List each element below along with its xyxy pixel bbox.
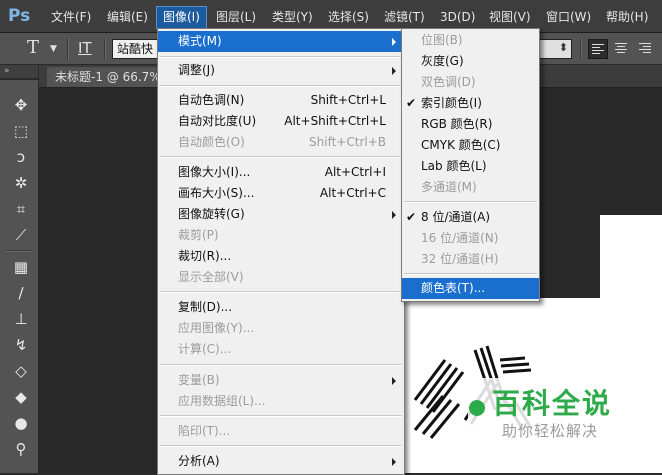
mode-32-bits[interactable]: 32 位/通道(H) [402,249,539,270]
submenu-arrow-icon [392,458,396,466]
mode-grayscale[interactable]: 灰度(G) [402,51,539,72]
crop-tool-icon[interactable]: ⌗ [10,198,32,220]
menu-edit[interactable]: 编辑(E) [107,8,148,26]
brush-tool-icon[interactable]: ∕ [10,282,32,304]
mode-bitmap[interactable]: 位图(B) [402,30,539,51]
menu-select[interactable]: 选择(S) [328,8,369,26]
menu-image[interactable]: 图像(I) [156,6,207,29]
menu-separator [160,415,402,417]
menu-item-apply-image[interactable]: 应用图像(Y)... [158,318,404,339]
menu-item-crop[interactable]: 裁剪(P) [158,225,404,246]
menu-item-auto-color[interactable]: 自动颜色(O) Shift+Ctrl+B [158,132,404,153]
text-orientation-icon[interactable]: IT [78,39,92,57]
photoshop-logo: Ps [8,6,31,26]
mode-duotone[interactable]: 双色调(D) [402,72,539,93]
mode-rgb-color[interactable]: RGB 颜色(R) [402,114,539,135]
submenu-arrow-icon [392,67,396,75]
tool-preset-dropdown-icon[interactable]: ▼ [50,44,57,54]
submenu-arrow-icon [392,38,396,46]
align-left-icon[interactable] [588,39,608,59]
menu-separator [160,85,402,87]
menu-separator [160,56,402,58]
checkmark-icon: ✔ [406,210,417,224]
align-center-icon[interactable] [612,39,630,57]
eraser-tool-icon[interactable]: ◇ [10,360,32,382]
mode-color-table[interactable]: 颜色表(T)... [402,278,539,299]
menu-window[interactable]: 窗口(W) [546,8,591,26]
menu-item-image-size[interactable]: 图像大小(I)... Alt+Ctrl+I [158,162,404,183]
menu-item-trap[interactable]: 陷印(T)... [158,421,404,442]
menu-item-apply-data-set[interactable]: 应用数据组(L)... [158,391,404,412]
menu-item-image-rotation[interactable]: 图像旋转(G) [158,204,404,225]
mode-16-bits[interactable]: 16 位/通道(N) [402,228,539,249]
submenu-arrow-icon [392,377,396,385]
mode-submenu: 位图(B) 灰度(G) 双色调(D) ✔ 索引颜色(I) RGB 颜色(R) C… [401,28,540,302]
history-brush-tool-icon[interactable]: ↯ [10,334,32,356]
blur-tool-icon[interactable]: ● [10,412,32,434]
mode-multichannel[interactable]: 多通道(M) [402,177,539,198]
menu-layer[interactable]: 图层(L) [216,8,256,26]
font-style-stepper[interactable] [538,39,572,59]
menu-separator [404,201,537,203]
menu-separator [160,364,402,366]
watermark-icon [469,400,485,416]
align-right-icon[interactable] [636,39,654,57]
document-tab[interactable]: 未标题-1 @ 66.7% [47,67,169,87]
mode-lab-color[interactable]: Lab 颜色(L) [402,156,539,177]
watermark-subtitle: 助你轻松解决 [502,422,599,440]
eyedropper-tool-icon[interactable]: ⟋ [10,224,32,246]
menu-item-duplicate[interactable]: 复制(D)... [158,297,404,318]
menu-separator [160,156,402,158]
toolbar-collapse-handle[interactable]: » [0,65,38,79]
watermark-title: 百科全说 [492,387,613,420]
marquee-tool-icon[interactable]: ⬚ [10,120,32,142]
lasso-tool-icon[interactable]: ↄ [10,146,32,168]
menu-filter[interactable]: 滤镜(T) [384,8,425,26]
menu-separator [160,291,402,293]
move-tool-icon[interactable]: ✥ [10,94,32,116]
menu-3d[interactable]: 3D(D) [440,8,475,26]
paint-bucket-tool-icon[interactable]: ◆ [10,386,32,408]
menu-item-auto-tone[interactable]: 自动色调(N) Shift+Ctrl+L [158,90,404,111]
menu-item-auto-contrast[interactable]: 自动对比度(U) Alt+Shift+Ctrl+L [158,111,404,132]
tool-separator [6,250,32,252]
submenu-arrow-icon [392,211,396,219]
menu-item-mode[interactable]: 模式(M) [158,31,404,52]
menu-type[interactable]: 类型(Y) [272,8,313,26]
mode-cmyk-color[interactable]: CMYK 颜色(C) [402,135,539,156]
menu-item-reveal-all[interactable]: 显示全部(V) [158,267,404,288]
menu-view[interactable]: 视图(V) [489,8,531,26]
separator [67,38,69,60]
separator [580,38,582,60]
watermark: 百科全说 助你轻松解决 [468,378,638,448]
menu-separator [404,273,537,275]
type-tool-icon[interactable]: T [27,37,39,58]
image-menu-dropdown: 模式(M) 调整(J) 自动色调(N) Shift+Ctrl+L 自动对比度(U)… [157,28,405,475]
menu-file[interactable]: 文件(F) [51,8,91,26]
font-family-field[interactable]: 站酷快 [112,39,162,59]
healing-brush-tool-icon[interactable]: ▦ [10,256,32,278]
menu-item-analysis[interactable]: 分析(A) [158,451,404,472]
tools-panel: ✥ ⬚ ↄ ✲ ⌗ ⟋ ▦ ∕ ⊥ ↯ ◇ ◆ ● ⚲ [0,80,39,473]
quick-select-tool-icon[interactable]: ✲ [10,172,32,194]
menu-separator [160,445,402,447]
menu-item-adjustments[interactable]: 调整(J) [158,60,404,81]
dodge-tool-icon[interactable]: ⚲ [10,438,32,460]
menu-item-calculations[interactable]: 计算(C)... [158,339,404,360]
menu-help[interactable]: 帮助(H) [606,8,648,26]
menu-item-canvas-size[interactable]: 画布大小(S)... Alt+Ctrl+C [158,183,404,204]
mode-indexed-color[interactable]: ✔ 索引颜色(I) [402,93,539,114]
menu-item-trim[interactable]: 裁切(R)... [158,246,404,267]
mode-8-bits[interactable]: ✔ 8 位/通道(A) [402,207,539,228]
clone-stamp-tool-icon[interactable]: ⊥ [10,308,32,330]
menu-item-variables[interactable]: 变量(B) [158,370,404,391]
checkmark-icon: ✔ [406,96,417,110]
separator [104,38,106,60]
